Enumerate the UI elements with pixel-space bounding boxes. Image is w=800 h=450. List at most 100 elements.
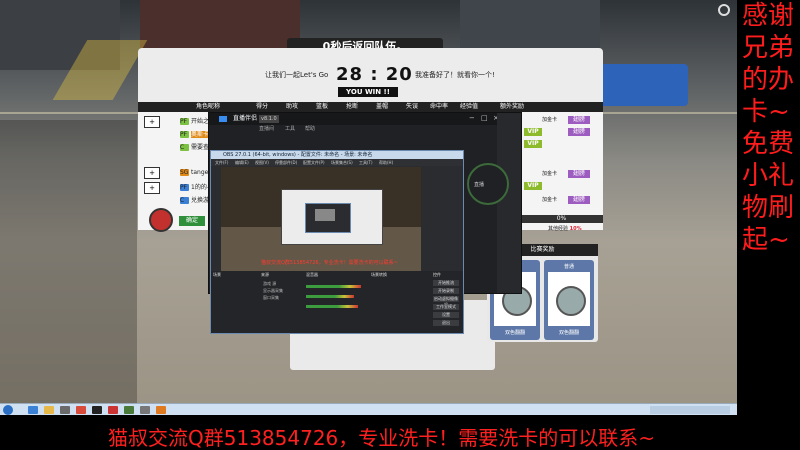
window-title: 直播伴侣 [233,115,258,122]
list-item: SG tangel [180,169,210,176]
game-icon[interactable] [124,406,134,414]
header-steals: 抢断 [346,103,359,110]
header-score: 得分 [256,103,269,110]
audio-meter [306,295,354,298]
add-friend-button[interactable]: + [144,167,160,179]
banner-text: 猫叔交流Q群513854726，专业洗卡！需要洗卡的可以联系~ [108,426,656,450]
progress-percent: 0% [520,215,603,223]
settings-gear-icon[interactable] [718,4,730,16]
start-button-icon[interactable] [3,405,13,415]
dock-transition-header: 场景转换 [371,272,387,277]
menu-item[interactable]: 直播间 [259,125,274,133]
add-friend-button[interactable]: + [144,182,160,194]
start-recording-button[interactable]: 开始录制 [433,288,459,294]
vip-badge: VIP [524,128,542,136]
background-truck [600,64,688,106]
header-bonus: 额外奖励 [500,103,525,110]
audio-meter [306,305,358,308]
studio-mode-button[interactable]: 工作室模式 [433,304,459,310]
bonus-card-footer: 双色翻翻 [504,330,525,336]
virtual-camera-button[interactable]: 启动虚拟摄像机 [433,296,459,307]
maximize-icon[interactable]: □ [481,114,488,122]
match-timer: 28 : 20 [336,64,413,85]
system-tray [650,406,730,414]
wing-badge: 翅膀 [568,196,590,204]
menu-item[interactable]: 工具(T) [359,159,373,166]
position-tag: PF [180,118,189,125]
dock-scenes-header: 场景 [213,272,221,277]
bonus-column: 加金卡 VIP VIP 翅膀 翅膀 加金卡 VIP 翅膀 加金卡 翅膀 [520,112,603,230]
add-friend-button[interactable]: + [144,116,160,128]
bonus-card-label: 普通 [563,264,574,270]
dock-mixer-header: 混音器 [306,272,318,277]
screen: 0秒后返回队伍。 让我们一起Let's Go 28 : 20 我准备好了！就看你… [0,0,800,450]
version-badge: v8.1.0 [259,115,279,123]
header-nickname: 角色昵称 [196,103,221,110]
dock-sources-header: 来源 [261,272,269,277]
source-item[interactable]: 游戏 源 [263,281,276,287]
chrome-icon[interactable] [76,406,86,414]
stream-preview: 猫叔交流Q群513854726，专业洗卡！需要洗卡的可以联系~ [221,167,421,271]
side-panel [497,113,521,293]
wing-badge: 翅膀 [568,128,590,136]
position-tag: PF [180,184,189,191]
window-titlebar: 直播伴侣 v8.1.0 − □ × [209,113,521,125]
capture-window: OBS 27.0.1 (64-bit, windows) - 配置文件: 未命名… [210,150,464,334]
exp-row: 其他经验 10% [548,225,582,232]
menu-item[interactable]: 工具 [285,125,295,133]
position-tag: SG [180,169,189,176]
bonus-card[interactable]: 普通 双色翻翻 [544,260,594,340]
header-rebounds: 篮板 [316,103,329,110]
go-live-label: 直播 [474,182,485,188]
menu-item[interactable]: 场景集合(S) [331,159,353,166]
court-shadow [0,120,137,403]
member-label: 加金卡 [542,171,558,177]
app-icon[interactable] [92,406,102,414]
media-icon[interactable] [60,406,70,414]
rank-badge-icon [149,208,173,232]
header-accuracy: 命中率 [430,103,449,110]
menu-item[interactable]: 帮助(H) [379,159,393,166]
wing-badge: 翅膀 [568,170,590,178]
coin-icon [556,286,586,316]
chat-bubble-right: 我准备好了！就看你一个! [415,71,495,79]
sidebar-thanks-text: 感谢兄弟的办卡~免费小礼物刷起~ [742,1,795,255]
wing-badge: 翅膀 [568,116,590,124]
start-streaming-button[interactable]: 开始推流 [433,280,459,286]
orange-icon[interactable] [156,406,166,414]
app-icon[interactable] [140,406,150,414]
player-list: + PF 开始之光 PF 奥斯卡之王 C 需要查号 + + SG tangel PF 1的… [138,112,222,230]
vip-badge: VIP [524,140,542,148]
source-item[interactable]: 窗口采集 [263,295,279,301]
header-exp: 经验值 [460,103,479,110]
minimize-icon[interactable]: − [469,114,475,122]
exp-label: 其他经验 [548,226,569,232]
vip-badge: VIP [524,182,542,190]
position-tag: C [180,144,189,151]
stats-table-header: 角色昵称 得分 助攻 篮板 抢断 盖帽 失误 命中率 经验值 额外奖励 [138,102,603,112]
source-item[interactable]: 显示器采集 [263,288,283,294]
bonus-card-footer: 双色翻翻 [558,330,579,336]
header-turnovers: 失误 [406,103,419,110]
menu-item[interactable]: 停靠部件(D) [275,159,297,166]
menu-item[interactable]: 编辑(E) [235,159,249,166]
app-icon[interactable] [108,406,118,414]
settings-button[interactable]: 设置 [433,312,459,318]
audio-meter [306,285,361,288]
chat-bubble-left: 让我们一起Let's Go [265,71,329,79]
menu-item[interactable]: 视图(V) [255,159,269,166]
nested-preview [315,209,335,221]
confirm-button[interactable]: 确定 [179,216,205,226]
capture-titlebar: OBS 27.0.1 (64-bit, windows) - 配置文件: 未命名… [211,151,463,159]
menu-item[interactable]: 帮助 [305,125,315,133]
position-tag: C [180,197,189,204]
exit-button[interactable]: 退出 [433,320,459,326]
ie-icon[interactable] [28,406,38,414]
position-tag: PF [180,131,189,138]
folder-icon[interactable] [44,406,54,414]
menu-item[interactable]: 文件(F) [215,159,228,166]
app-logo-icon [219,116,227,122]
exp-value: 10% [569,226,582,232]
menu-item[interactable]: 配置文件(P) [303,159,325,166]
you-win-banner: YOU WIN !! [338,87,398,97]
